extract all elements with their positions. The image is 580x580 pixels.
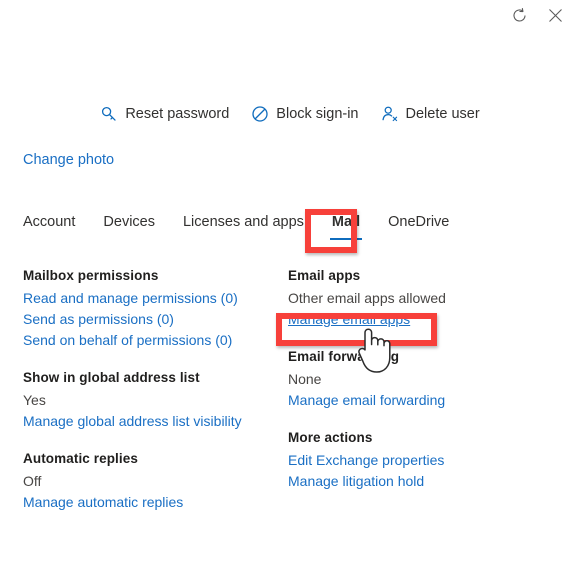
group-title: Email apps — [288, 268, 361, 283]
group-show-in-global-address-list: Show in global address list Yes Manage g… — [23, 370, 288, 429]
group-title: Automatic replies — [23, 451, 138, 466]
manage-email-forwarding-link[interactable]: Manage email forwarding — [288, 392, 445, 408]
automatic-replies-value: Off — [23, 473, 42, 489]
reset-password-button[interactable]: Reset password — [100, 105, 229, 123]
manage-email-apps-link[interactable]: Manage email apps — [288, 311, 410, 327]
close-icon — [547, 7, 564, 24]
send-on-behalf-of-permissions-link[interactable]: Send on behalf of permissions (0) — [23, 332, 232, 348]
group-mailbox-permissions: Mailbox permissions Read and manage perm… — [23, 268, 288, 348]
refresh-button[interactable] — [508, 4, 530, 26]
block-sign-in-icon — [251, 105, 269, 123]
delete-user-icon — [381, 105, 399, 123]
delete-user-button[interactable]: Delete user — [381, 105, 480, 123]
tab-onedrive[interactable]: OneDrive — [374, 214, 463, 240]
group-more-actions: More actions Edit Exchange properties Ma… — [288, 430, 553, 489]
read-and-manage-permissions-link[interactable]: Read and manage permissions (0) — [23, 290, 238, 306]
group-title: Email forwarding — [288, 349, 400, 364]
delete-user-label: Delete user — [405, 105, 480, 122]
group-email-apps: Email apps Other email apps allowed Mana… — [288, 268, 553, 327]
manage-global-address-list-visibility-link[interactable]: Manage global address list visibility — [23, 413, 242, 429]
refresh-icon — [511, 7, 528, 24]
key-icon — [100, 105, 118, 123]
manage-automatic-replies-link[interactable]: Manage automatic replies — [23, 494, 183, 510]
group-email-forwarding: Email forwarding None Manage email forwa… — [288, 349, 553, 408]
group-title: More actions — [288, 430, 373, 445]
change-photo-link[interactable]: Change photo — [23, 152, 114, 168]
block-sign-in-label: Block sign-in — [276, 105, 359, 122]
window-controls — [508, 0, 580, 30]
command-bar: Reset password Block sign-in Delete user — [0, 105, 580, 123]
email-forwarding-value: None — [288, 371, 322, 387]
send-as-permissions-link[interactable]: Send as permissions (0) — [23, 311, 174, 327]
edit-exchange-properties-link[interactable]: Edit Exchange properties — [288, 452, 444, 468]
close-button[interactable] — [544, 4, 566, 26]
tab-licenses-and-apps[interactable]: Licenses and apps — [169, 214, 318, 240]
tab-account[interactable]: Account — [23, 214, 89, 240]
tab-devices[interactable]: Devices — [89, 214, 169, 240]
block-sign-in-button[interactable]: Block sign-in — [251, 105, 359, 123]
group-title: Mailbox permissions — [23, 268, 159, 283]
group-automatic-replies: Automatic replies Off Manage automatic r… — [23, 451, 288, 510]
manage-litigation-hold-link[interactable]: Manage litigation hold — [288, 473, 424, 489]
tab-mail[interactable]: Mail — [318, 214, 374, 240]
reset-password-label: Reset password — [125, 105, 230, 122]
group-title: Show in global address list — [23, 370, 200, 385]
email-apps-value: Other email apps allowed — [288, 290, 446, 306]
global-address-list-value: Yes — [23, 392, 46, 408]
mail-settings-content: Mailbox permissions Read and manage perm… — [23, 268, 557, 532]
mail-right-column: Email apps Other email apps allowed Mana… — [288, 268, 553, 532]
mail-left-column: Mailbox permissions Read and manage perm… — [23, 268, 288, 532]
tab-bar: Account Devices Licenses and apps Mail O… — [23, 214, 463, 240]
